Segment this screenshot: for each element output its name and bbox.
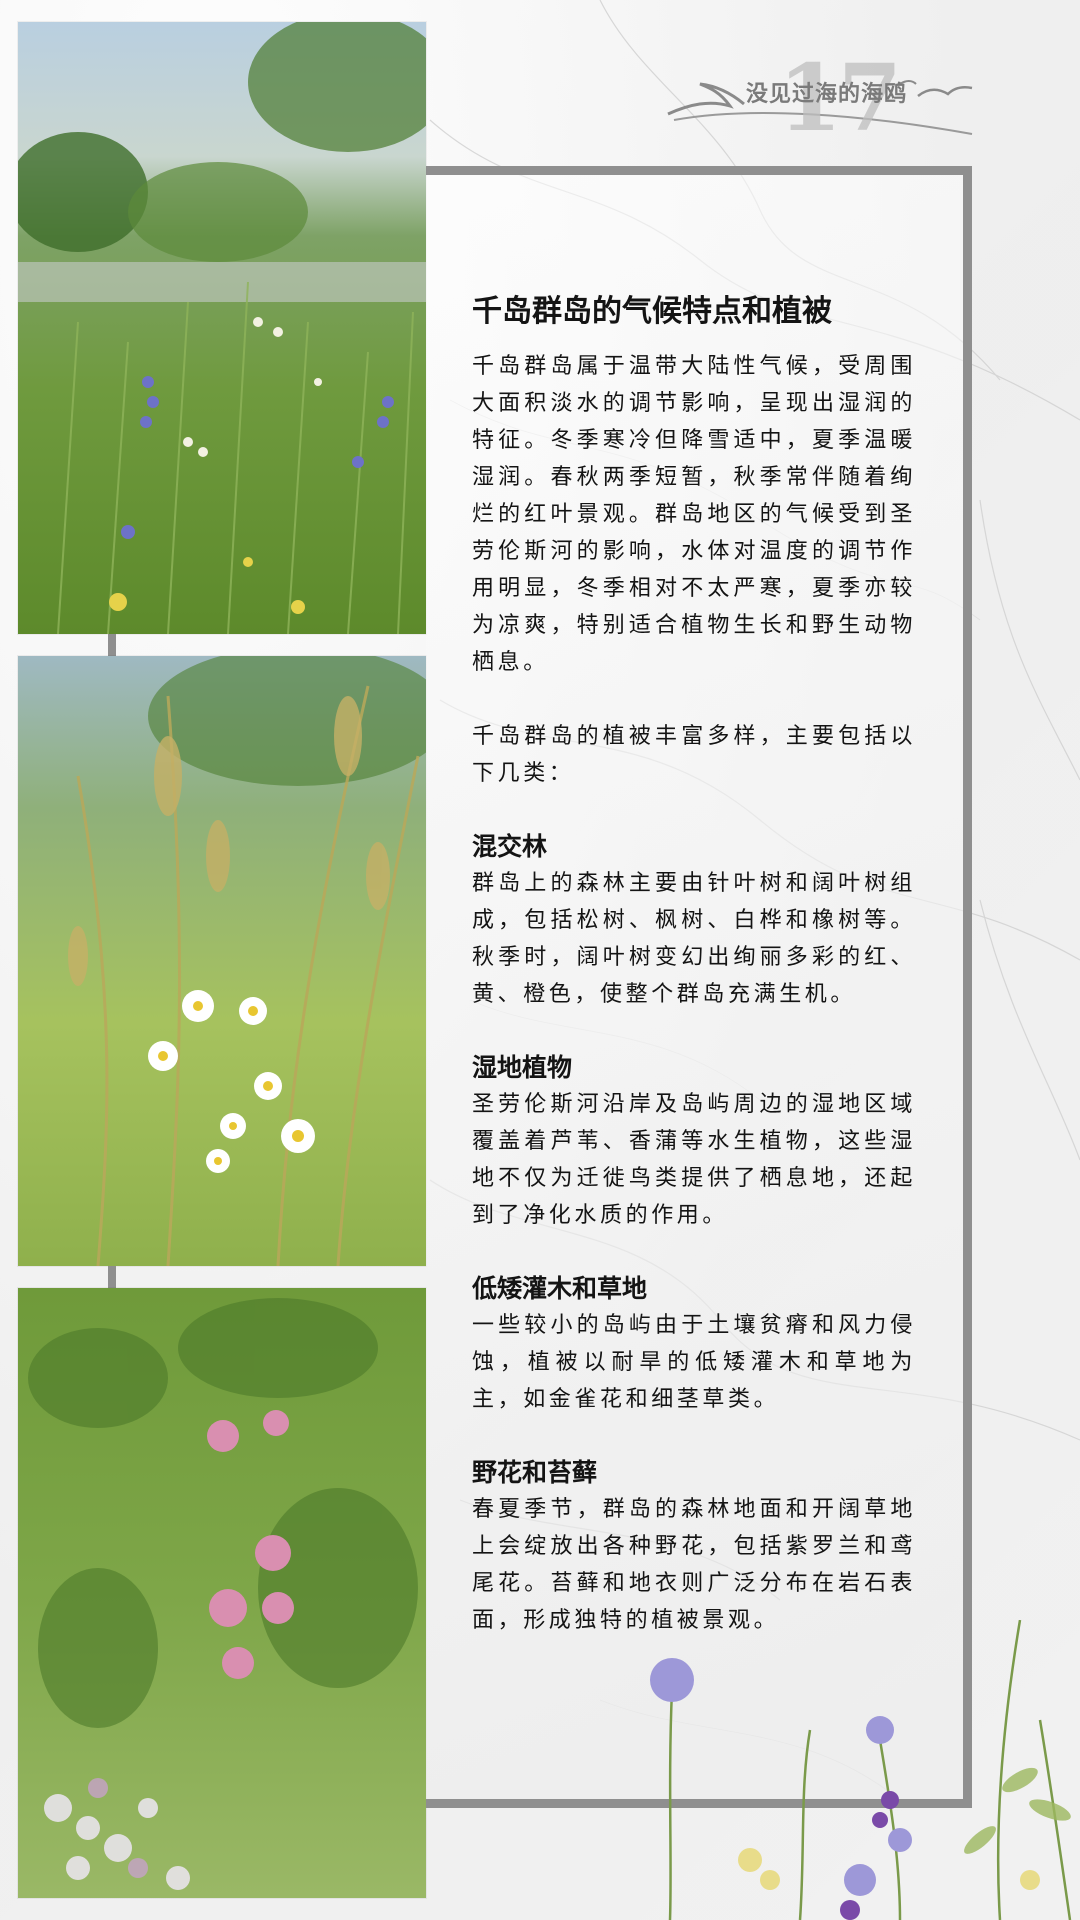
article-title: 千岛群岛的气候特点和植被 (472, 294, 832, 329)
article: 千岛群岛的气候特点和植被 千岛群岛属于温带大陆性气候，受周围大面积淡水的调节影响… (472, 290, 916, 1676)
section-text: 春夏季节，群岛的森林地面和开阔草地上会绽放出各种野花，包括紫罗兰和鸢尾花。苔藓和… (472, 1497, 916, 1633)
section-wildflowers: 野花和苔藓 春夏季节，群岛的森林地面和开阔草地上会绽放出各种野花，包括紫罗兰和鸢… (472, 1455, 916, 1639)
section-wetland: 湿地植物 圣劳伦斯河沿岸及岛屿周边的湿地区域覆盖着芦苇、香蒲等水生植物，这些湿地… (472, 1050, 916, 1234)
section-title: 低矮灌木和草地 (472, 1274, 648, 1303)
section-title: 混交林 (472, 832, 548, 861)
account-name: 没见过海的海鸥 (746, 81, 908, 107)
photo-daisies (18, 656, 426, 1266)
section-text: 一些较小的岛屿由于土壤贫瘠和风力侵蚀，植被以耐旱的低矮灌木和草地为主，如金雀花和… (472, 1313, 916, 1412)
photo-wild-roses (18, 1288, 426, 1898)
header-logo: 17 没见过海的海鸥 (660, 44, 980, 152)
lead-paragraph: 千岛群岛的植被丰富多样，主要包括以下几类： (472, 724, 916, 786)
photo-meadow-lake (18, 22, 426, 634)
section-shrubs: 低矮灌木和草地 一些较小的岛屿由于土壤贫瘠和风力侵蚀，植被以耐旱的低矮灌木和草地… (472, 1271, 916, 1418)
section-mixed-forest: 混交林 群岛上的森林主要由针叶树和阔叶树组成，包括松树、枫树、白桦和橡树等。秋季… (472, 829, 916, 1013)
section-title: 湿地植物 (472, 1053, 573, 1082)
section-title: 野花和苔藓 (472, 1458, 598, 1487)
divider-bar (108, 634, 116, 656)
intro-paragraph: 千岛群岛属于温带大陆性气候，受周围大面积淡水的调节影响，呈现出湿润的特征。冬季寒… (472, 354, 916, 675)
divider-bar (108, 1266, 116, 1288)
section-text: 圣劳伦斯河沿岸及岛屿周边的湿地区域覆盖着芦苇、香蒲等水生植物，这些湿地不仅为迁徙… (472, 1092, 916, 1228)
section-text: 群岛上的森林主要由针叶树和阔叶树组成，包括松树、枫树、白桦和橡树等。秋季时，阔叶… (472, 871, 916, 1007)
